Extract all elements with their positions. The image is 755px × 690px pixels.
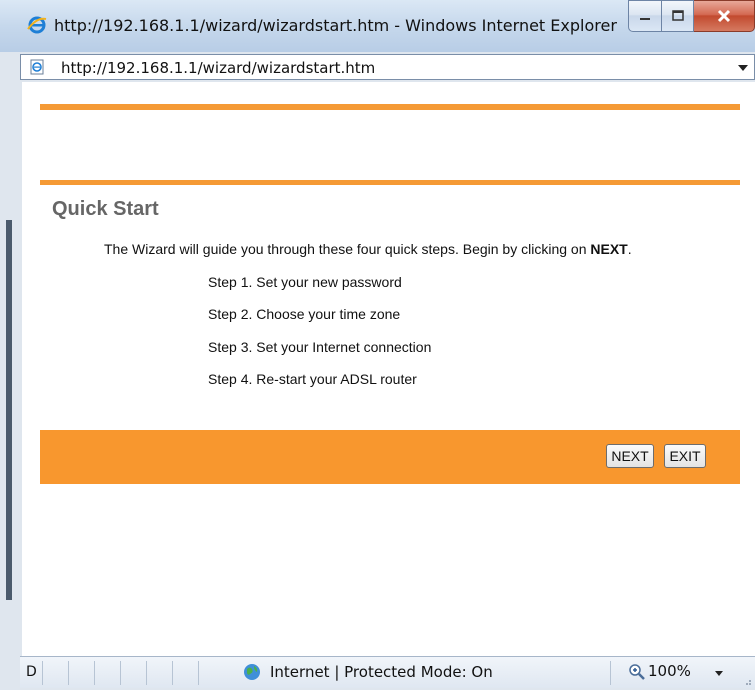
status-divider [94, 661, 95, 685]
status-bar: D Internet | Protected Mode: On 100% [20, 656, 755, 688]
window-frame-left [0, 80, 22, 656]
button-panel: NEXT EXIT [40, 430, 740, 484]
status-divider [610, 661, 611, 685]
status-divider [198, 661, 199, 685]
status-divider [172, 661, 173, 685]
zoom-dropdown-icon[interactable] [715, 671, 723, 676]
status-divider [42, 661, 43, 685]
maximize-button[interactable] [662, 0, 694, 32]
step-3: Step 3. Set your Internet connection [208, 339, 432, 355]
page-title: Quick Start [52, 198, 159, 220]
status-divider [68, 661, 69, 685]
zoom-level[interactable]: 100% [648, 662, 691, 680]
resize-grip-icon[interactable] [742, 676, 752, 686]
dropdown-icon[interactable] [738, 65, 748, 71]
title-bar: http://192.168.1.1/wizard/wizardstart.ht… [0, 0, 755, 52]
close-button[interactable] [694, 0, 755, 32]
minimize-button[interactable] [628, 0, 662, 32]
intro-end: . [627, 241, 632, 257]
next-button[interactable]: NEXT [606, 444, 654, 468]
intro-main: The Wizard will guide you through these … [104, 241, 591, 257]
status-text: D [26, 664, 37, 680]
status-divider [146, 661, 147, 685]
page-content: Quick Start The Wizard will guide you th… [22, 82, 755, 656]
security-zone[interactable]: Internet | Protected Mode: On [270, 663, 493, 681]
maximize-icon [671, 10, 684, 21]
step-4: Step 4. Re-start your ADSL router [208, 371, 417, 387]
address-bar[interactable]: http://192.168.1.1/wizard/wizardstart.ht… [20, 54, 755, 80]
close-icon [717, 9, 731, 23]
globe-icon [244, 664, 260, 680]
page-icon [30, 59, 44, 75]
step-2: Step 2. Choose your time zone [208, 306, 401, 322]
window-title: http://192.168.1.1/wizard/wizardstart.ht… [54, 16, 617, 35]
minimize-icon [640, 18, 650, 20]
top-divider [40, 104, 740, 110]
intro-text: The Wizard will guide you through these … [104, 241, 632, 257]
frame-shadow [6, 220, 12, 600]
zoom-icon [629, 664, 645, 680]
ie-logo-icon [27, 16, 47, 34]
status-divider [120, 661, 121, 685]
header-divider [40, 180, 740, 185]
exit-button[interactable]: EXIT [664, 444, 706, 468]
address-url: http://192.168.1.1/wizard/wizardstart.ht… [61, 59, 376, 77]
intro-next-emphasis: NEXT [590, 241, 628, 257]
step-1: Step 1. Set your new password [208, 274, 402, 290]
